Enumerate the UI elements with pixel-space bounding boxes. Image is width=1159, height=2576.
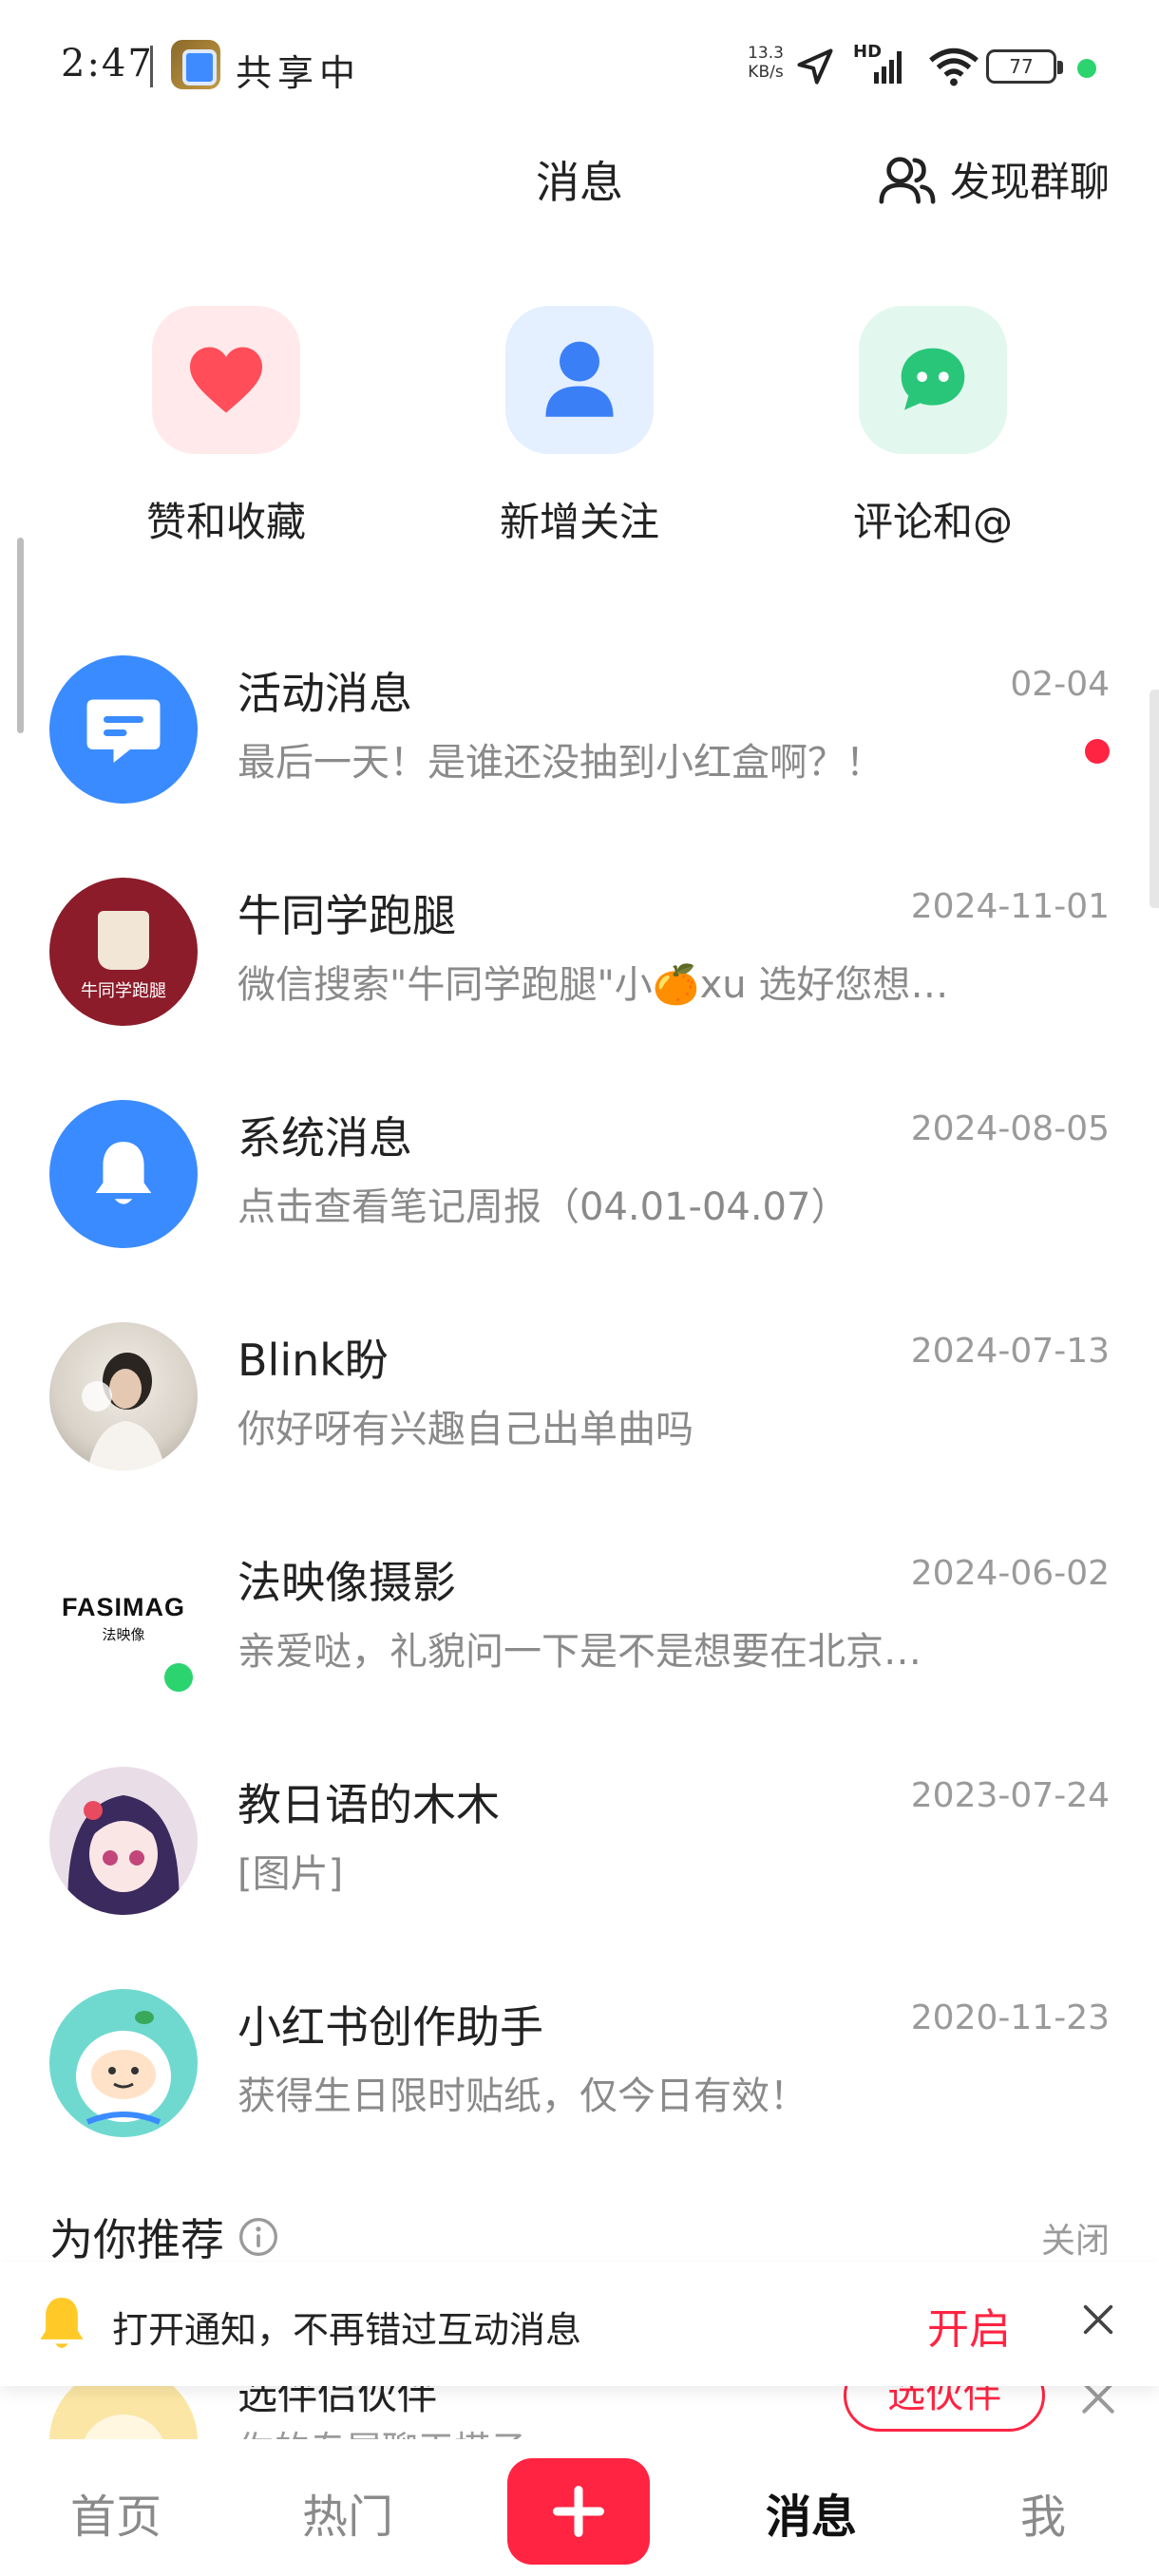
status-icons: HD — [794, 42, 980, 91]
message-sender: 小红书创作助手 — [238, 2001, 543, 2053]
bottom-nav: 首页 热门 消息 我 — [0, 2439, 1159, 2576]
nav-me[interactable]: 我 — [967, 2479, 1119, 2546]
message-sender: 法映像摄影 — [238, 1557, 456, 1608]
category-new-followers[interactable]: 新增关注 — [456, 306, 703, 548]
battery-icon: 77 — [986, 49, 1063, 84]
message-date: 2020-11-23 — [910, 1998, 1110, 2037]
close-icon[interactable] — [1077, 2386, 1119, 2418]
message-item-creator-assistant[interactable]: 小红书创作助手 2020-11-23 获得生日限时贴纸，仅今日有效！ — [0, 1940, 1159, 2162]
cup-icon — [98, 911, 149, 970]
heart-icon — [152, 306, 300, 454]
user-photo-avatar — [49, 1322, 198, 1470]
message-preview: 获得生日限时贴纸，仅今日有效！ — [238, 2074, 808, 2118]
net-speed: 13.3 KB/s — [745, 44, 787, 82]
mascot-avatar — [49, 1989, 198, 2137]
category-label: 赞和收藏 — [145, 499, 306, 545]
location-icon — [797, 48, 833, 85]
recommend-close-button[interactable]: 关闭 — [1041, 2213, 1110, 2263]
nav-messages[interactable]: 消息 — [735, 2479, 887, 2546]
message-date: 02-04 — [1010, 665, 1110, 704]
bell-icon — [49, 1100, 198, 1248]
message-date: 2024-08-05 — [910, 1109, 1110, 1148]
message-date: 2023-07-24 — [910, 1776, 1110, 1815]
message-preview: 点击查看笔记周报（04.01-04.07） — [238, 1185, 849, 1229]
close-icon[interactable] — [1079, 2301, 1117, 2339]
category-likes-collects[interactable]: 赞和收藏 — [103, 306, 350, 548]
group-users-icon — [879, 156, 936, 204]
message-sender: Blink盼 — [238, 1335, 389, 1386]
signal-icon: HD — [853, 42, 910, 87]
status-bar: 2:47 共享中 13.3 KB/s HD 77 — [0, 0, 1159, 133]
message-preview: 微信搜索"牛同学跑腿"小🍊xu 选好您想… — [238, 963, 949, 1007]
enable-notification-button[interactable]: 开启 — [927, 2295, 1011, 2356]
category-comments-mentions[interactable]: 评论和@ — [809, 306, 1056, 548]
message-preview: [图片] — [238, 1852, 344, 1896]
category-label: 新增关注 — [499, 499, 659, 545]
message-date: 2024-07-13 — [910, 1332, 1110, 1371]
message-item-system[interactable]: 系统消息 2024-08-05 点击查看笔记周报（04.01-04.07） — [0, 1051, 1159, 1273]
message-item-fasimag[interactable]: FASIMAG 法映像 法映像摄影 2024-06-02 亲爱哒，礼貌问一下是不… — [0, 1495, 1159, 1717]
nav-home[interactable]: 首页 — [40, 2479, 192, 2546]
message-item-japanese-teacher[interactable]: 教日语的木木 2023-07-24 [图片] — [0, 1717, 1159, 1940]
recommend-title: 为你推荐 — [49, 2214, 224, 2265]
net-speed-value: 13.3 — [748, 44, 784, 63]
brand-logo-avatar: 牛同学跑腿 — [49, 878, 198, 1026]
notification-banner: 打开通知，不再错过互动消息 开启 — [0, 2263, 1159, 2386]
anime-avatar — [49, 1767, 198, 1915]
discover-group-chat-label: 发现群聊 — [949, 159, 1110, 205]
discover-group-chat-button[interactable]: 发现群聊 — [878, 150, 1110, 208]
publish-button[interactable] — [507, 2458, 650, 2565]
recommend-header: 为你推荐 — [49, 2206, 279, 2268]
status-divider — [150, 46, 153, 87]
message-sender: 活动消息 — [238, 668, 412, 719]
mascot-avatar — [49, 2386, 198, 2439]
status-time: 2:47 — [61, 42, 154, 85]
plus-icon — [553, 2486, 604, 2537]
person-icon — [505, 306, 654, 454]
message-date: 2024-06-02 — [910, 1554, 1110, 1593]
nav-hot[interactable]: 热门 — [272, 2479, 424, 2546]
app-share-icon — [171, 40, 220, 89]
bell-icon — [40, 2298, 84, 2348]
category-label: 评论和@ — [852, 499, 1013, 545]
unread-dot — [1085, 739, 1110, 764]
info-icon[interactable] — [238, 2216, 279, 2258]
brand-logo-text: 牛同学跑腿 — [81, 981, 166, 1001]
net-speed-unit: KB/s — [748, 63, 784, 82]
message-preview: 最后一天！是谁还没抽到小红盒啊？！ — [238, 741, 884, 785]
message-item-activity[interactable]: 活动消息 02-04 最后一天！是谁还没抽到小红盒啊？！ — [0, 606, 1159, 828]
message-sender: 牛同学跑腿 — [238, 890, 456, 941]
message-sender: 系统消息 — [238, 1112, 412, 1164]
recommend-item-name: 选伴侣伙伴 — [238, 2386, 438, 2418]
message-preview: 亲爱哒，礼貌问一下是不是想要在北京… — [238, 1630, 922, 1674]
message-item-niu[interactable]: 牛同学跑腿 牛同学跑腿 2024-11-01 微信搜索"牛同学跑腿"小🍊xu 选… — [0, 828, 1159, 1051]
activity-icon — [49, 655, 198, 804]
privacy-indicator-dot — [1077, 59, 1096, 78]
chat-icon — [859, 306, 1007, 454]
notification-banner-text: 打开通知，不再错过互动消息 — [112, 2309, 582, 2351]
message-sender: 教日语的木木 — [238, 1779, 500, 1830]
brand-logo-subtext: 法映像 — [102, 1626, 145, 1643]
sharing-label: 共享中 — [236, 52, 362, 94]
recommend-item-subtitle: 你的专属聊天搭子 — [238, 2420, 526, 2439]
choose-partner-button[interactable]: 选伙伴 — [844, 2386, 1045, 2432]
brand-logo-text: FASIMAG — [61, 1593, 185, 1621]
message-item-blink[interactable]: Blink盼 2024-07-13 你好呀有兴趣自己出单曲吗 — [0, 1273, 1159, 1495]
wifi-icon — [929, 47, 978, 86]
message-date: 2024-11-01 — [910, 887, 1110, 926]
message-preview: 你好呀有兴趣自己出单曲吗 — [238, 1408, 694, 1451]
recommend-item[interactable]: 选伴侣伙伴 你的专属聊天搭子 选伙伴 — [0, 2386, 1159, 2439]
online-status-dot — [160, 1658, 198, 1696]
